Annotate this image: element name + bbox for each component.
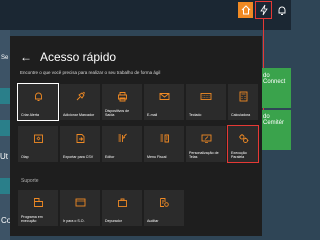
page-subtitle: Encontre o que você precisa para realiza… (20, 70, 161, 75)
export-icon (74, 132, 86, 144)
tile-label: Olap (21, 155, 29, 159)
bg-left-tile-1 (0, 88, 10, 104)
back-arrow-icon[interactable]: ← (20, 51, 32, 63)
tile-label: Criar Alerta (21, 113, 39, 117)
bg-left-tile-2 (0, 120, 10, 136)
tile-email[interactable]: E-mail (144, 84, 184, 120)
tile-label: Menu Fiscal (147, 155, 167, 159)
calculator-icon (237, 90, 249, 102)
app-tile-cemiterio-label: do Cemitér (263, 114, 285, 126)
tile-teclado[interactable]: Teclado (186, 84, 226, 120)
tile-ir-para-so[interactable]: Ir para o S.O. (60, 190, 100, 226)
tile-label: Adicionar Marcador (63, 113, 95, 117)
tile-label: Ir para o S.O. (63, 219, 85, 223)
briefcase-icon (116, 196, 128, 208)
tile-olap[interactable]: Olap (18, 126, 58, 162)
editor-icon (116, 132, 128, 144)
program-icon (32, 196, 44, 208)
fiscal-menu-icon (158, 132, 170, 144)
tile-label: E-mail (147, 113, 158, 117)
keyboard-icon (200, 90, 212, 102)
cube-icon (32, 132, 44, 144)
terminal-icon (74, 196, 86, 208)
tile-menu-fiscal[interactable]: Menu Fiscal (144, 126, 184, 162)
tile-label: Dispositivos de Saída (105, 109, 130, 117)
tile-label: Personalização de Telas (189, 151, 219, 159)
audit-icon (158, 196, 170, 208)
notification-bell-icon[interactable] (274, 2, 289, 18)
tile-editor[interactable]: Editor (102, 126, 142, 162)
quick-access-callout (255, 1, 272, 19)
tile-label: Editor (105, 155, 115, 159)
bg-label-se: Se (1, 55, 9, 61)
printer-icon (116, 90, 128, 102)
page-title: Acesso rápido (40, 50, 117, 64)
tile-criar-alerta[interactable]: Criar Alerta (17, 83, 59, 121)
tile-execucao-paralela[interactable]: Execução Paralela (227, 125, 259, 163)
tile-label: Exportar para CSV (63, 155, 94, 159)
bg-label-ut: Ut (0, 152, 8, 161)
app-tile-connect[interactable]: do Connect (262, 68, 291, 108)
mail-icon (158, 90, 170, 102)
tile-exportar-csv[interactable]: Exportar para CSV (60, 126, 100, 162)
parallel-gears-icon (237, 132, 249, 144)
bg-left-tile-3 (0, 178, 10, 194)
tile-label: Calculadora (231, 113, 251, 117)
bell-icon (32, 90, 44, 102)
tile-dispositivos-saida[interactable]: Dispositivos de Saída (102, 84, 142, 120)
tile-depurador[interactable]: Depurador (102, 190, 142, 226)
tile-programa-execucao[interactable]: Programa em execução (18, 190, 58, 226)
tile-auditar[interactable]: Auditar (144, 190, 184, 226)
panel-header: ← Acesso rápido (20, 50, 116, 64)
tile-label: Teclado (189, 113, 202, 117)
tile-calculadora[interactable]: Calculadora (228, 84, 258, 120)
pin-star-icon (74, 90, 86, 102)
tile-label: Auditar (147, 219, 159, 223)
app-tile-cemiterio[interactable]: do Cemitér (262, 110, 291, 150)
tile-label: Execução Paralela (231, 151, 247, 159)
quick-access-panel: ← Acesso rápido Encontre o que você prec… (10, 36, 262, 236)
tile-adicionar-marcador[interactable]: Adicionar Marcador (60, 84, 100, 120)
tile-personalizacao-telas[interactable]: Personalização de Telas (186, 126, 226, 162)
screen-edit-icon (200, 132, 212, 144)
home-icon[interactable] (238, 2, 253, 18)
tile-label: Depurador (105, 219, 122, 223)
support-heading: Suporte (21, 178, 39, 184)
app-tile-connect-label: do Connect (263, 73, 286, 85)
tile-label: Programa em execução (21, 215, 43, 223)
